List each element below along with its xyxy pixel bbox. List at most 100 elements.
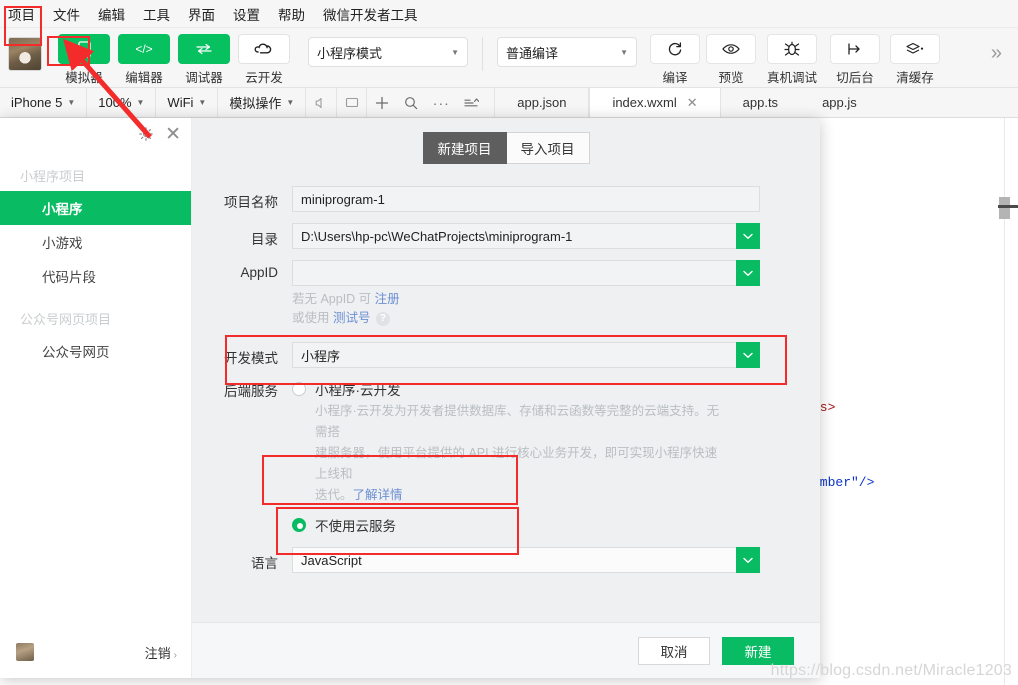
editor-tab-label: app.json	[517, 95, 567, 110]
plus-icon[interactable]	[366, 88, 396, 117]
radio-label-no-cloud: 不使用云服务	[315, 519, 396, 534]
toolbar-button-preview[interactable]: 预览	[703, 34, 759, 86]
zoom-select-value: 100%	[98, 95, 132, 110]
editor-tab-app-ts[interactable]: app.ts	[721, 88, 800, 117]
chevron-down-icon: ▼	[198, 98, 207, 107]
cloud-dev-description: 小程序·云开发为开发者提供数据库、存储和云函数等完整的云端支持。无需搭 建服务器…	[292, 401, 722, 506]
network-select-value: WiFi	[167, 95, 194, 110]
menu-item-settings[interactable]: 设置	[233, 4, 260, 24]
toolbar-label-debugger: 调试器	[185, 71, 223, 85]
toolbar-button-cloud-dev[interactable]: 云开发	[234, 34, 294, 86]
dialog-content: 新建项目 导入项目 项目名称 miniprogram-1 目录 D:\Users…	[192, 118, 820, 678]
appid-hint-text-2: 或使用	[292, 311, 333, 325]
dev-mode-dropdown-button[interactable]	[736, 342, 760, 368]
network-select[interactable]: WiFi ▼	[156, 88, 219, 117]
toolbar-button-clear-cache[interactable]: 清缓存	[885, 34, 945, 86]
editor-tab-app-json[interactable]: app.json	[494, 88, 590, 117]
label-directory: 目录	[251, 232, 278, 247]
avatar[interactable]	[8, 37, 42, 71]
toolbar-overflow-button[interactable]: »	[991, 42, 1002, 65]
simulate-action-select[interactable]: 模拟操作 ▼	[218, 88, 307, 117]
avatar[interactable]	[16, 643, 34, 661]
test-account-link[interactable]: 测试号	[333, 311, 371, 325]
toolbar-button-background[interactable]: 切后台	[825, 34, 885, 86]
sidebar-group-title-official-account: 公众号网页项目	[20, 312, 112, 327]
dialog-sidebar: ✕ 小程序项目 小程序 小游戏 代码片段 公众号网页项目 公众号网页 注销 ›	[0, 118, 192, 678]
sidebar-item-code-snippet[interactable]: 代码片段	[0, 259, 191, 293]
zoom-select[interactable]: 100% ▼	[87, 88, 157, 117]
form-row-project-name: 项目名称 miniprogram-1	[192, 186, 760, 212]
menu-item-file[interactable]: 文件	[53, 4, 80, 24]
learn-more-link[interactable]: 了解详情	[353, 488, 403, 502]
appid-hint-text: 若无 AppID 可	[292, 292, 375, 306]
directory-dropdown-button[interactable]	[736, 223, 760, 249]
dialog-tab-new-project[interactable]: 新建项目	[422, 132, 507, 164]
directory-input[interactable]: D:\Users\hp-pc\WeChatProjects\miniprogra…	[292, 223, 760, 249]
appid-input[interactable]	[292, 260, 760, 286]
search-icon[interactable]	[396, 88, 426, 117]
language-dropdown-button[interactable]	[736, 547, 760, 573]
more-icon[interactable]: ···	[426, 88, 456, 117]
gear-icon[interactable]	[139, 127, 153, 141]
editor-tab-label: index.wxml	[612, 95, 677, 110]
dev-mode-input[interactable]: 小程序	[292, 342, 760, 368]
editor-tab-app-js[interactable]: app.js	[800, 88, 879, 117]
appid-hint-register: 若无 AppID 可 注册	[292, 290, 760, 309]
toolbar-divider-1	[482, 37, 483, 71]
volume-icon[interactable]	[306, 88, 336, 117]
chevron-down-icon: ▼	[136, 98, 145, 107]
sidebar-item-miniprogram[interactable]: 小程序	[0, 191, 191, 225]
radio-icon[interactable]	[292, 382, 306, 396]
chevron-down-icon: ▼	[451, 47, 459, 57]
menu-item-project[interactable]: 项目	[8, 4, 35, 24]
register-link[interactable]: 注册	[375, 292, 400, 306]
toolbar-label-cloud-dev: 云开发	[245, 71, 283, 85]
close-icon[interactable]: ✕	[687, 95, 698, 111]
editor-tab-index-wxml[interactable]: index.wxml ✕	[589, 88, 721, 117]
background-icon	[830, 34, 880, 64]
mode-select[interactable]: 小程序模式 ▼	[308, 37, 468, 67]
dialog-tab-import-project[interactable]: 导入项目	[506, 132, 590, 164]
menu-item-tools[interactable]: 工具	[143, 4, 170, 24]
menu-item-view[interactable]: 界面	[188, 4, 215, 24]
compile-select[interactable]: 普通编译 ▼	[497, 37, 637, 67]
toolbar-label-background: 切后台	[836, 71, 874, 85]
label-appid: AppID	[240, 265, 278, 280]
toolbar-button-compile[interactable]: 编译	[647, 34, 703, 86]
form-row-backend-service: 后端服务 小程序·云开发 小程序·云开发为开发者提供数据库、存储和云函数等完整的…	[192, 377, 760, 537]
device-select[interactable]: iPhone 5 ▼	[0, 88, 88, 117]
label-dev-mode: 开发模式	[224, 351, 278, 366]
project-name-input[interactable]: miniprogram-1	[292, 186, 760, 212]
toolbar-button-editor[interactable]: </> 编辑器	[114, 34, 174, 86]
chevron-down-icon: ▼	[67, 98, 76, 107]
desc-line-3: 迭代。	[315, 488, 353, 502]
create-button[interactable]: 新建	[722, 636, 794, 665]
help-icon[interactable]: ?	[375, 311, 390, 326]
menu-item-devtools[interactable]: 微信开发者工具	[323, 4, 418, 24]
toolbar-button-simulator[interactable]: 模拟器	[54, 34, 114, 86]
close-icon[interactable]: ✕	[165, 125, 181, 144]
radio-option-no-cloud[interactable]: 不使用云服务	[292, 513, 760, 537]
radio-label-cloud-dev: 小程序·云开发	[315, 383, 401, 398]
toolbar-button-debugger[interactable]: 调试器	[174, 34, 234, 86]
sort-icon[interactable]	[456, 88, 486, 117]
toolbar-label-editor: 编辑器	[125, 71, 163, 85]
sidebar-item-minigame[interactable]: 小游戏	[0, 225, 191, 259]
radio-icon-selected[interactable]	[292, 518, 306, 532]
menu-item-help[interactable]: 帮助	[278, 4, 305, 24]
menu-item-edit[interactable]: 编辑	[98, 4, 125, 24]
language-input[interactable]: JavaScript	[292, 547, 760, 573]
toolbar-button-real-device-debug[interactable]: 真机调试	[759, 34, 825, 86]
sidebar-item-official-account-page[interactable]: 公众号网页	[0, 334, 191, 368]
cancel-button[interactable]: 取消	[638, 636, 710, 665]
logout-button[interactable]: 注销 ›	[145, 643, 177, 662]
watermark: https://blog.csdn.net/Miracle1203	[770, 662, 1012, 679]
compile-select-value: 普通编译	[506, 45, 559, 61]
editor-scroll-marker	[998, 205, 1018, 208]
appid-dropdown-button[interactable]	[736, 260, 760, 286]
main-toolbar: 模拟器 </> 编辑器 调试器 云开发 小程序模式 ▼ 普通编译 ▼ 编译 预览…	[0, 28, 1018, 88]
radio-option-cloud-dev[interactable]: 小程序·云开发	[292, 377, 760, 401]
editor-scrollbar-thumb[interactable]	[999, 197, 1010, 219]
screen-icon[interactable]	[336, 88, 366, 117]
form-row-appid: AppID	[192, 260, 760, 286]
